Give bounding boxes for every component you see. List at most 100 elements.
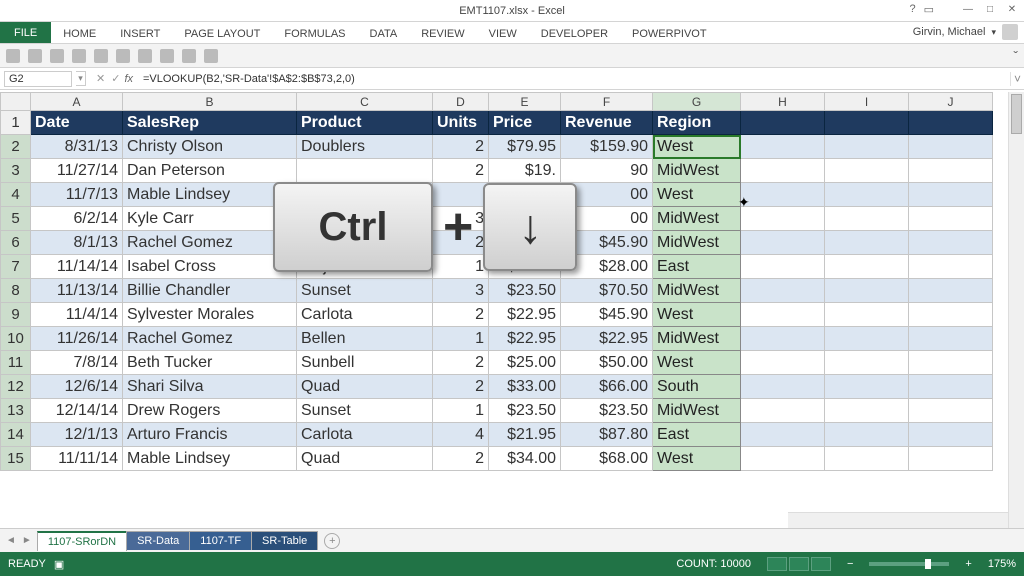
cell[interactable]: MidWest: [653, 399, 741, 423]
save-icon[interactable]: [6, 49, 20, 63]
col-header-j[interactable]: J: [909, 93, 993, 111]
cell[interactable]: [741, 447, 825, 471]
restore-button[interactable]: □: [982, 2, 998, 16]
name-box[interactable]: G2: [4, 71, 72, 87]
cell[interactable]: West: [653, 351, 741, 375]
name-box-dropdown-icon[interactable]: ▾: [76, 71, 86, 86]
sheet-tab[interactable]: 1107-TF: [189, 531, 252, 550]
tab-page-layout[interactable]: PAGE LAYOUT: [172, 25, 272, 43]
row-header[interactable]: 15: [1, 447, 31, 471]
cell[interactable]: [433, 183, 489, 207]
view-normal-button[interactable]: [767, 557, 787, 571]
cell[interactable]: 12/14/14: [31, 399, 123, 423]
horizontal-scrollbar[interactable]: [788, 512, 1008, 528]
cell[interactable]: $25.00: [489, 351, 561, 375]
cell[interactable]: [825, 423, 909, 447]
cell[interactable]: [825, 255, 909, 279]
vertical-scrollbar[interactable]: [1008, 92, 1024, 528]
cell[interactable]: MidWest: [653, 159, 741, 183]
cell[interactable]: Isabel Cross: [123, 255, 297, 279]
cell[interactable]: Doublers: [297, 135, 433, 159]
sheet-tab[interactable]: SR-Data: [126, 531, 190, 550]
cell[interactable]: [741, 135, 825, 159]
tab-insert[interactable]: INSERT: [108, 25, 172, 43]
cell[interactable]: 11/27/14: [31, 159, 123, 183]
col-header-f[interactable]: F: [561, 93, 653, 111]
zoom-level[interactable]: 175%: [988, 558, 1016, 570]
col-header-e[interactable]: E: [489, 93, 561, 111]
cell[interactable]: [825, 207, 909, 231]
col-header-i[interactable]: I: [825, 93, 909, 111]
header-cell[interactable]: SalesRep: [123, 111, 297, 135]
cell[interactable]: 1: [433, 255, 489, 279]
col-header-c[interactable]: C: [297, 93, 433, 111]
cell[interactable]: Mable Lindsey: [123, 447, 297, 471]
cell[interactable]: Quad: [297, 447, 433, 471]
avatar[interactable]: [1002, 24, 1018, 40]
sheet-nav-next-icon[interactable]: ►: [20, 533, 34, 548]
cell[interactable]: $22.95: [561, 327, 653, 351]
cell[interactable]: [909, 111, 993, 135]
cell[interactable]: [909, 423, 993, 447]
user-dropdown-icon[interactable]: ▾: [991, 27, 996, 38]
cell[interactable]: [909, 327, 993, 351]
col-header-b[interactable]: B: [123, 93, 297, 111]
tab-review[interactable]: REVIEW: [409, 25, 476, 43]
cell[interactable]: [909, 279, 993, 303]
cell[interactable]: [909, 183, 993, 207]
cell[interactable]: [741, 351, 825, 375]
collapse-ribbon-icon[interactable]: ˇ: [1013, 48, 1018, 64]
cell[interactable]: Quad: [297, 375, 433, 399]
cell[interactable]: 11/4/14: [31, 303, 123, 327]
cell[interactable]: [741, 111, 825, 135]
cell[interactable]: Christy Olson: [123, 135, 297, 159]
cell[interactable]: 3: [433, 207, 489, 231]
cell[interactable]: [909, 303, 993, 327]
cell[interactable]: West: [653, 183, 741, 207]
row-header[interactable]: 11: [1, 351, 31, 375]
cell[interactable]: [825, 135, 909, 159]
cell[interactable]: [297, 183, 433, 207]
cell[interactable]: Rachel Gomez: [123, 327, 297, 351]
cell[interactable]: $79.95: [489, 135, 561, 159]
cell[interactable]: 8/31/13: [31, 135, 123, 159]
cell[interactable]: [825, 327, 909, 351]
cell[interactable]: Beth Tucker: [123, 351, 297, 375]
header-cell[interactable]: Product: [297, 111, 433, 135]
cell[interactable]: [741, 303, 825, 327]
col-header-g[interactable]: G: [653, 93, 741, 111]
cell[interactable]: Sunset: [297, 399, 433, 423]
cell[interactable]: [297, 159, 433, 183]
enter-formula-icon[interactable]: ✓: [111, 72, 120, 85]
cell[interactable]: $50.00: [561, 351, 653, 375]
cell[interactable]: [825, 447, 909, 471]
cell[interactable]: 1: [433, 399, 489, 423]
cell[interactable]: Carlota: [297, 303, 433, 327]
fx-icon[interactable]: fx: [124, 73, 133, 85]
row-header[interactable]: 6: [1, 231, 31, 255]
cell[interactable]: [741, 327, 825, 351]
col-header-d[interactable]: D: [433, 93, 489, 111]
cell[interactable]: 11/11/14: [31, 447, 123, 471]
cell[interactable]: 2: [433, 375, 489, 399]
cell[interactable]: $19.: [489, 159, 561, 183]
cell[interactable]: MidWest: [653, 231, 741, 255]
cell[interactable]: West: [653, 303, 741, 327]
cell[interactable]: 25.: [489, 183, 561, 207]
cell[interactable]: [741, 159, 825, 183]
undo-icon[interactable]: [28, 49, 42, 63]
worksheet-grid[interactable]: A B C D E F G H I J 1 Date SalesRep Prod…: [0, 92, 993, 471]
cell[interactable]: 90: [561, 159, 653, 183]
cell[interactable]: West: [653, 135, 741, 159]
cell[interactable]: 11/7/13: [31, 183, 123, 207]
view-page-break-button[interactable]: [811, 557, 831, 571]
qat-icon[interactable]: [160, 49, 174, 63]
cell[interactable]: 2: [433, 303, 489, 327]
header-cell[interactable]: Revenue: [561, 111, 653, 135]
col-header-h[interactable]: H: [741, 93, 825, 111]
formula-bar[interactable]: =VLOOKUP(B2,'SR-Data'!$A$2:$B$73,2,0): [137, 72, 1010, 86]
cell[interactable]: East: [653, 423, 741, 447]
header-cell[interactable]: Date: [31, 111, 123, 135]
qat-icon[interactable]: [138, 49, 152, 63]
row-header[interactable]: 4: [1, 183, 31, 207]
